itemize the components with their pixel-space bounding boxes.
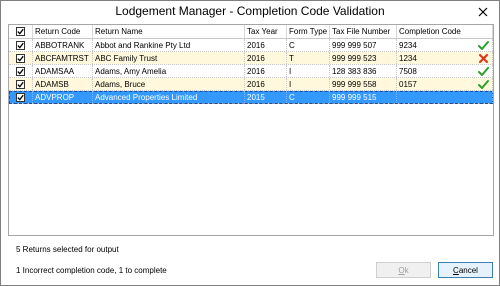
cancel-button-label: Cancel bbox=[453, 266, 478, 275]
completion-code-value: 0157 bbox=[399, 80, 417, 89]
return-code-cell: ADVPROP bbox=[33, 91, 93, 103]
row-checkbox[interactable] bbox=[16, 92, 25, 102]
table-row[interactable]: ABCFAMTRST ABC Family Trust 2016 T 999 9… bbox=[9, 52, 493, 65]
row-checkbox-cell[interactable] bbox=[9, 39, 33, 51]
tfn-cell: 999 999 558 bbox=[330, 78, 397, 90]
row-checkbox-cell[interactable] bbox=[9, 52, 33, 64]
tax-year-cell: 2016 bbox=[245, 52, 287, 64]
return-name-cell: Advanced Properties Limited bbox=[93, 91, 245, 103]
ok-button[interactable]: Ok bbox=[376, 262, 431, 278]
tax-year-cell: 2016 bbox=[245, 65, 287, 77]
row-checkbox-cell[interactable] bbox=[9, 78, 33, 90]
tfn-cell: 999 999 515 bbox=[330, 91, 397, 103]
column-header-return-code[interactable]: Return Code bbox=[33, 25, 93, 38]
row-checkbox[interactable] bbox=[16, 53, 25, 63]
close-icon bbox=[478, 7, 488, 17]
completion-code-cell[interactable] bbox=[397, 91, 493, 103]
grid-header: Return Code Return Name Tax Year Form Ty… bbox=[9, 25, 493, 39]
return-code-cell: ABBOTRANK bbox=[33, 39, 93, 51]
form-type-cell: C bbox=[287, 39, 330, 51]
row-checkbox[interactable] bbox=[16, 66, 25, 76]
return-name-cell: Abbot and Rankine Pty Ltd bbox=[93, 39, 245, 51]
row-checkbox[interactable] bbox=[16, 79, 25, 89]
tfn-cell: 999 999 507 bbox=[330, 39, 397, 51]
return-code-cell: ADAMSB bbox=[33, 78, 93, 90]
return-code-cell: ADAMSAA bbox=[33, 65, 93, 77]
checkmark-icon bbox=[478, 66, 489, 77]
tfn-cell: 999 999 523 bbox=[330, 52, 397, 64]
return-name-cell: Adams, Bruce bbox=[93, 78, 245, 90]
tax-year-cell: 2016 bbox=[245, 78, 287, 90]
completion-code-value: 9234 bbox=[399, 41, 417, 50]
completion-code-cell[interactable]: 9234 bbox=[397, 39, 493, 51]
form-type-cell: I bbox=[287, 65, 330, 77]
title-bar[interactable]: Lodgement Manager - Completion Code Vali… bbox=[1, 1, 499, 23]
return-code-cell: ABCFAMTRST bbox=[33, 52, 93, 64]
window-title: Lodgement Manager - Completion Code Vali… bbox=[115, 4, 385, 18]
table-row-selected[interactable]: ADVPROP Advanced Properties Limited 2015… bbox=[9, 91, 493, 104]
row-checkbox[interactable] bbox=[16, 40, 25, 50]
completion-code-dialog: Lodgement Manager - Completion Code Vali… bbox=[0, 0, 500, 286]
table-row[interactable]: ADAMSB Adams, Bruce 2016 I 999 999 558 0… bbox=[9, 78, 493, 91]
completion-code-value: 1234 bbox=[399, 54, 417, 63]
header-select-all-cell[interactable] bbox=[9, 25, 33, 38]
form-type-cell: C bbox=[287, 91, 330, 103]
table-row[interactable]: ADAMSAA Adams, Amy Amelia 2016 I 128 383… bbox=[9, 65, 493, 78]
validation-summary-text: 1 Incorrect completion code, 1 to comple… bbox=[16, 266, 167, 275]
row-checkbox-cell[interactable] bbox=[9, 65, 33, 77]
form-type-cell: I bbox=[287, 78, 330, 90]
column-header-form-type[interactable]: Form Type bbox=[287, 25, 330, 38]
form-type-cell: T bbox=[287, 52, 330, 64]
tax-year-cell: 2016 bbox=[245, 39, 287, 51]
return-name-cell: Adams, Amy Amelia bbox=[93, 65, 245, 77]
checkmark-icon bbox=[478, 79, 489, 90]
column-header-completion-code[interactable]: Completion Code bbox=[397, 25, 493, 38]
return-name-cell: ABC Family Trust bbox=[93, 52, 245, 64]
returns-selected-text: 5 Returns selected for output bbox=[16, 245, 119, 254]
tfn-cell: 128 383 836 bbox=[330, 65, 397, 77]
returns-grid[interactable]: Return Code Return Name Tax Year Form Ty… bbox=[8, 24, 494, 236]
select-all-checkbox[interactable] bbox=[16, 27, 25, 36]
completion-code-cell[interactable]: 7508 bbox=[397, 65, 493, 77]
table-row[interactable]: ABBOTRANK Abbot and Rankine Pty Ltd 2016… bbox=[9, 39, 493, 52]
completion-code-cell[interactable]: 1234 bbox=[397, 52, 493, 64]
column-header-tfn[interactable]: Tax File Number bbox=[330, 25, 397, 38]
column-header-tax-year[interactable]: Tax Year bbox=[245, 25, 287, 38]
cancel-label-rest: ancel bbox=[458, 265, 478, 275]
ok-button-label: Ok bbox=[398, 266, 408, 275]
checkmark-icon bbox=[478, 40, 489, 51]
column-header-return-name[interactable]: Return Name bbox=[93, 25, 245, 38]
completion-code-cell[interactable]: 0157 bbox=[397, 78, 493, 90]
row-checkbox-cell[interactable] bbox=[9, 91, 33, 103]
tax-year-cell: 2015 bbox=[245, 91, 287, 103]
close-button[interactable] bbox=[473, 3, 493, 20]
ok-label-rest: k bbox=[404, 265, 409, 275]
cancel-button[interactable]: Cancel bbox=[438, 262, 493, 278]
cross-icon bbox=[478, 53, 489, 64]
completion-code-value: 7508 bbox=[399, 67, 417, 76]
